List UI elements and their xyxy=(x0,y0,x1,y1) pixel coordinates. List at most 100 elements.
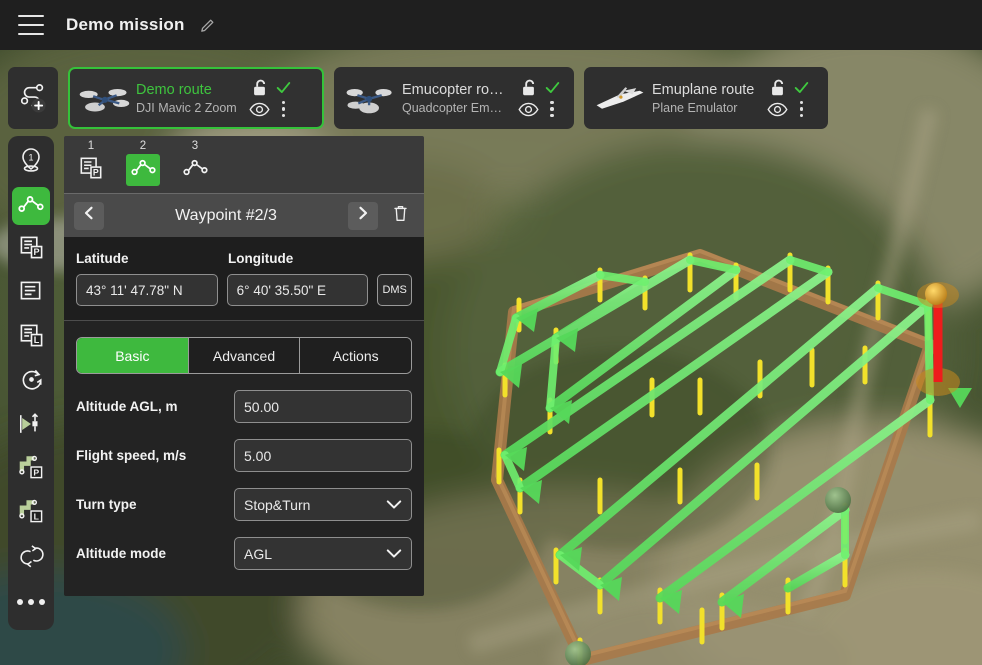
waypoint-pin-icon: 1 xyxy=(19,147,43,178)
svg-text:1: 1 xyxy=(28,152,33,162)
eye-icon[interactable] xyxy=(767,102,788,117)
sidebar-item-takeoff-landing[interactable] xyxy=(12,407,50,445)
check-icon[interactable] xyxy=(793,80,810,95)
pencil-icon[interactable] xyxy=(199,17,216,34)
prev-waypoint-button[interactable] xyxy=(74,201,104,230)
waypoint-item-number: 3 xyxy=(191,140,199,152)
field-value: AGL xyxy=(244,545,273,562)
coordinates-section: Latitude Longitude 43° 11' 47.78" N 6° 4… xyxy=(64,237,424,321)
svg-text:P: P xyxy=(33,467,39,477)
latitude-input[interactable]: 43° 11' 47.78" N xyxy=(76,274,218,306)
svg-text:L: L xyxy=(33,511,39,521)
waypoint-title: Waypoint #2/3 xyxy=(175,206,277,224)
polyline-route-icon xyxy=(18,194,44,219)
page-title: Demo mission xyxy=(66,15,185,34)
waypoint-item-tabs: 1 2 3 P xyxy=(64,136,424,193)
quadcopter-icon xyxy=(76,76,132,120)
field-value: 5.00 xyxy=(244,447,272,464)
longitude-input[interactable]: 6° 40' 35.50" E xyxy=(226,274,369,306)
unlocked-icon[interactable] xyxy=(769,78,786,97)
corridor-lidar-icon: L xyxy=(18,499,44,529)
waypoint-item-3[interactable] xyxy=(178,154,212,186)
hamburger-icon[interactable] xyxy=(18,15,44,35)
field-label: Turn type xyxy=(76,497,137,512)
sidebar-item-corridor-lidar[interactable]: L xyxy=(12,495,50,533)
field-label: Altitude AGL, m xyxy=(76,399,178,414)
survey-lidar-icon: L xyxy=(19,323,44,353)
unlocked-icon[interactable] xyxy=(251,78,268,97)
route-card-emucopter-route[interactable]: Emucopter ro… Quadcopter Emulat… xyxy=(334,67,574,129)
sidebar-item-two-circles[interactable] xyxy=(12,539,50,577)
more-options-icon xyxy=(17,599,45,605)
field-turn-type: Turn type Stop&Turn xyxy=(76,488,412,521)
add-route-button[interactable] xyxy=(8,67,58,129)
unlocked-icon[interactable] xyxy=(520,78,537,97)
tab-advanced[interactable]: Advanced xyxy=(188,338,301,373)
svg-text:P: P xyxy=(93,167,99,177)
polyline-route-icon xyxy=(130,158,156,182)
altitude-agl-input[interactable]: 50.00 xyxy=(234,390,412,423)
sidebar-item-polyline-route[interactable] xyxy=(12,187,50,225)
route-card-demo-route[interactable]: Demo route DJI Mavic 2 Zoom xyxy=(68,67,324,129)
takeoff-landing-icon xyxy=(18,412,44,441)
circle-loiter-icon xyxy=(19,367,44,397)
sidebar-item-area[interactable] xyxy=(12,275,50,313)
plane-icon xyxy=(592,76,648,120)
sidebar-item-survey-lidar[interactable]: L xyxy=(12,319,50,357)
delete-waypoint-button[interactable] xyxy=(386,202,414,230)
waypoint-item-1[interactable]: P xyxy=(74,154,108,186)
sidebar-item-waypoint-pin[interactable]: 1 xyxy=(12,143,50,181)
chevron-down-icon xyxy=(386,499,402,510)
kebab-menu-icon[interactable] xyxy=(281,100,286,118)
sidebar-item-survey-photo[interactable]: P xyxy=(12,231,50,269)
svg-text:P: P xyxy=(33,247,39,257)
field-value: 50.00 xyxy=(244,398,280,415)
route-vehicle: DJI Mavic 2 Zoom xyxy=(136,100,237,115)
turn-type-select[interactable]: Stop&Turn xyxy=(234,488,412,521)
field-value: Stop&Turn xyxy=(244,496,311,513)
sidebar-item-corridor-photo[interactable]: P xyxy=(12,451,50,489)
field-label: Altitude mode xyxy=(76,546,166,561)
route-vehicle: Quadcopter Emulat… xyxy=(402,100,505,115)
waypoint-item-2[interactable] xyxy=(126,154,160,186)
waypoint-properties: Basic Advanced Actions Altitude AGL, m 5… xyxy=(64,321,424,596)
corridor-photo-icon: P xyxy=(18,455,44,485)
waypoint-item-numbers: 1 2 3 xyxy=(64,138,424,154)
waypoint-header: Waypoint #2/3 xyxy=(64,193,424,237)
route-card-emuplane-route[interactable]: Emuplane route Plane Emulator xyxy=(584,67,828,129)
sidebar-item-more-options[interactable] xyxy=(12,583,50,621)
selected-waypoint-marker xyxy=(925,283,947,305)
routes-bar: Demo route DJI Mavic 2 Zoom Emucopter ro… xyxy=(0,66,828,130)
kebab-menu-icon[interactable] xyxy=(550,100,554,118)
waypoint-item-number: 2 xyxy=(139,140,147,152)
eye-icon[interactable] xyxy=(249,102,270,117)
check-icon[interactable] xyxy=(275,80,292,95)
route-name: Demo route xyxy=(136,81,212,98)
check-icon[interactable] xyxy=(544,80,561,95)
field-altitude-mode: Altitude mode AGL xyxy=(76,537,412,570)
area-icon xyxy=(19,280,44,308)
tab-actions[interactable]: Actions xyxy=(300,338,411,373)
route-name: Emuplane route xyxy=(652,81,755,98)
survey-photo-icon: P xyxy=(19,235,44,265)
field-altitude-agl: Altitude AGL, m 50.00 xyxy=(76,390,412,423)
eye-icon[interactable] xyxy=(517,102,539,117)
top-bar: Demo mission xyxy=(0,0,982,50)
latitude-label: Latitude xyxy=(76,251,129,266)
tab-basic[interactable]: Basic xyxy=(77,338,189,373)
waypoint-panel: 1 2 3 P Waypoint #2/3 Latitude Longitude… xyxy=(64,136,424,596)
chevron-left-icon xyxy=(83,206,95,225)
altitude-mode-select[interactable]: AGL xyxy=(234,537,412,570)
flight-speed-input[interactable]: 5.00 xyxy=(234,439,412,472)
kebab-menu-icon[interactable] xyxy=(799,100,804,118)
svg-text:L: L xyxy=(33,335,39,345)
coordinate-format-button[interactable]: DMS xyxy=(377,274,412,306)
waypoint-tabs: Basic Advanced Actions xyxy=(76,337,412,374)
app-root: Demo mission Demo route DJI Mavic 2 Zoom… xyxy=(0,0,982,665)
next-waypoint-button[interactable] xyxy=(348,201,378,230)
sidebar-item-circle-loiter[interactable] xyxy=(12,363,50,401)
quadcopter-icon xyxy=(342,76,398,120)
chevron-down-icon xyxy=(386,548,402,559)
two-circles-icon xyxy=(18,544,44,573)
field-flight-speed: Flight speed, m/s 5.00 xyxy=(76,439,412,472)
